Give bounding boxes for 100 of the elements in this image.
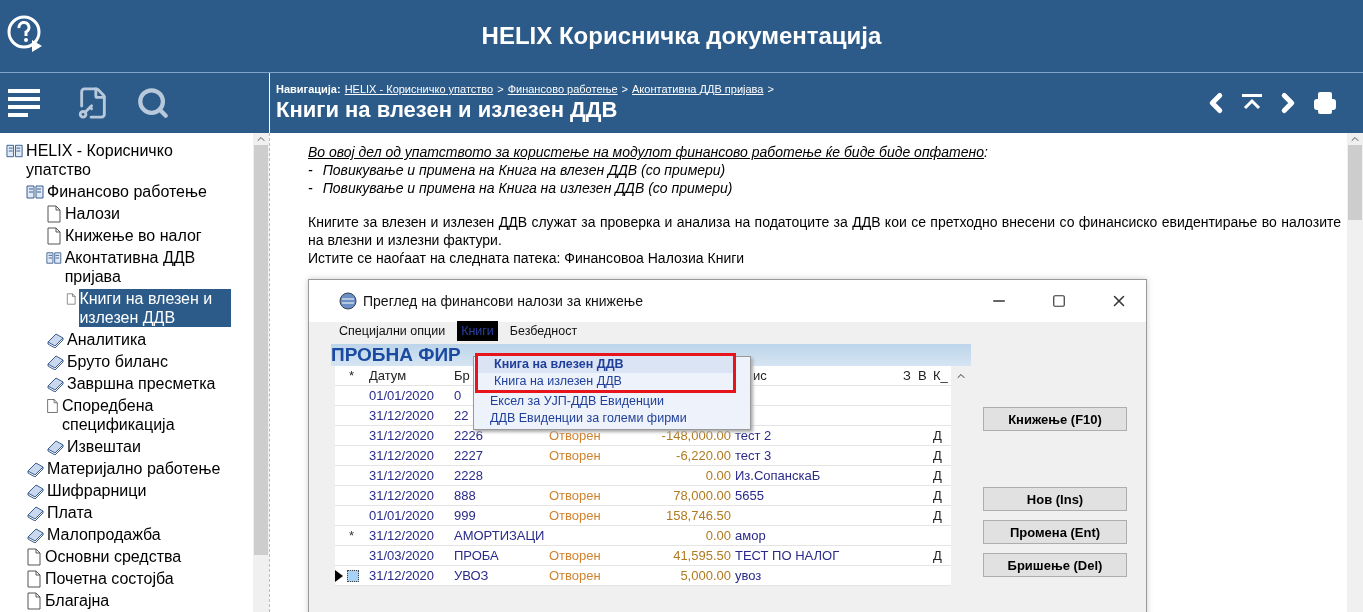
table-cell-text: 5655 <box>734 486 765 505</box>
table-cell-text: Д <box>932 486 943 505</box>
tree-item[interactable]: Благајна <box>45 591 110 610</box>
book-icon <box>46 376 64 392</box>
tree-item[interactable]: Книжење во налог <box>65 226 202 245</box>
print-icon[interactable] <box>1313 91 1337 115</box>
menu-icon[interactable] <box>8 89 40 117</box>
table-cell-text: 0.00 <box>704 526 732 545</box>
column-header[interactable]: Бр <box>452 366 470 385</box>
scrollbar-thumb[interactable] <box>254 145 268 555</box>
table-cell-text: АМОРТИЗАЦИ <box>453 526 546 545</box>
tree-item[interactable]: Завршна пресметка <box>67 374 216 393</box>
breadcrumb-link[interactable]: Финансово работење <box>507 83 618 95</box>
table-cell-text: Д <box>932 546 943 565</box>
table-cell-text: * <box>348 526 356 545</box>
menu-item[interactable]: Специјални опции <box>335 321 450 341</box>
table-cell-text: -6,220.00 <box>675 446 732 465</box>
book-icon <box>46 332 64 348</box>
column-header[interactable]: В <box>916 366 927 385</box>
tree-item[interactable]: Аконтативна ДДВ пријава <box>64 248 231 286</box>
app-button[interactable]: Нов (Ins) <box>983 487 1127 511</box>
page-scrollbar[interactable] <box>1347 133 1363 612</box>
page-icon <box>26 570 42 588</box>
table-cell-text: 31/12/2020 <box>368 446 436 465</box>
table-row[interactable]: 31/12/2020 888 Отворен 78,000.00 5655 Д <box>335 486 951 506</box>
header-title: HELIX Корисничка документација <box>481 22 882 50</box>
table-cell-text: тест 2 <box>734 426 773 445</box>
table-cell-text: 01/01/2020 <box>368 506 436 525</box>
tree-item[interactable]: Налози <box>65 204 120 223</box>
sidebar-scrollbar[interactable] <box>253 133 269 612</box>
tree-item[interactable]: Малопродажба <box>47 525 161 544</box>
table-cell-text: 31/12/2020 <box>368 406 436 425</box>
app-button[interactable]: Промена (Ent) <box>983 520 1127 544</box>
table-cell-text: 41,595.50 <box>672 546 732 565</box>
table-cell-text: Д <box>932 506 943 525</box>
table-cell-text: 888 <box>453 486 477 505</box>
tree-item[interactable]: Финансово работење <box>47 182 207 201</box>
table-cell-text: Отворен <box>548 426 602 445</box>
row-selector[interactable] <box>347 569 359 582</box>
breadcrumb-separator: > <box>767 83 774 95</box>
table-row[interactable]: 31/03/2020 ПРОБА Отворен 41,595.50 ТЕСТ ПО НАЛОГ Д <box>335 546 951 566</box>
table-cell-text: Д <box>932 466 943 485</box>
column-header[interactable]: Датум <box>367 366 407 385</box>
table-cell-text: Отворен <box>548 546 602 565</box>
dropdown-item[interactable]: Ексел за УЈП-ДДВ Евиденции <box>474 393 750 410</box>
tree-item[interactable]: Основни средства <box>45 547 182 566</box>
column-header[interactable]: * <box>347 366 355 385</box>
breadcrumb-link[interactable]: HELIX - Корисничко упатство <box>344 83 494 95</box>
tree-item[interactable]: HELIX - Корисничко упатство <box>26 141 231 179</box>
dropdown-item[interactable]: Книга на излезен ДДВ <box>478 373 733 390</box>
open-book-icon <box>6 143 24 159</box>
scrollbar-thumb[interactable] <box>1348 145 1362 220</box>
tree-item[interactable]: Книги на влезен и излезен ДДВ <box>79 289 231 327</box>
table-cell-text: 31/12/2020 <box>368 486 436 505</box>
app-button[interactable]: Бришење (Del) <box>983 553 1127 577</box>
table-cell-text: Отворен <box>548 486 602 505</box>
book-icon <box>26 527 44 543</box>
dropdown-item[interactable]: ДДВ Евиденции за големи фирми <box>474 410 750 427</box>
table-cell-text: 31/12/2020 <box>368 426 436 445</box>
tree-item[interactable]: Извештаи <box>67 437 141 456</box>
breadcrumb-separator: > <box>621 83 628 95</box>
table-cell-text: Отворен <box>548 566 602 585</box>
tree-item[interactable]: Бруто биланс <box>67 352 168 371</box>
dropdown-item[interactable]: Книга на влезен ДДВ <box>478 356 733 373</box>
tree-item[interactable]: Аналитика <box>67 330 147 349</box>
table-cell-text: ПРОБА <box>453 546 500 565</box>
tree-item[interactable]: Плата <box>47 503 93 522</box>
breadcrumb-link[interactable]: Аконтативна ДДВ пријава <box>632 83 764 95</box>
book-icon <box>26 505 44 521</box>
book-icon <box>26 483 44 499</box>
table-cell-text: 31/12/2020 <box>368 526 436 545</box>
window-title: Преглед на финансови налози за книжење <box>363 292 644 310</box>
tree-item[interactable]: Споредбена спецификација <box>61 396 231 434</box>
tree-item[interactable]: Шифрарници <box>47 481 147 500</box>
page-title: Книги на влезен и излезен ДДВ <box>276 97 619 123</box>
app-button[interactable]: Книжење (F10) <box>983 407 1127 431</box>
intro-text: Во овој дел од упатството за користење на модулот финансово работење ќе биде биде опфатено: <box>308 143 989 161</box>
table-row[interactable]: * 31/12/2020 АМОРТИЗАЦИ 0.00 амор <box>335 526 951 546</box>
table-row[interactable]: 31/12/2020 УВОЗ Отворен 5,000.00 увоз <box>335 566 951 586</box>
table-cell-text: 01/01/2020 <box>368 386 436 405</box>
table-cell-text: 78,000.00 <box>672 486 732 505</box>
tree-item[interactable]: Почетна состојба <box>45 569 174 588</box>
column-header[interactable]: З <box>901 366 911 385</box>
bullet-item: - Повикување и примена на Книга на излезен ДДВ (со примери) <box>308 179 734 197</box>
table-cell-text: 31/12/2020 <box>368 566 436 585</box>
table-row[interactable]: 01/01/2020 999 Отворен 158,746.50 Д <box>335 506 951 526</box>
maximize-icon[interactable] <box>1052 294 1066 308</box>
table-cell-text: 0 <box>453 386 463 405</box>
tree-item[interactable]: Материјално работење <box>47 459 221 478</box>
book-icon <box>46 439 64 455</box>
column-header[interactable]: К_ <box>931 366 948 385</box>
search-icon[interactable] <box>136 86 170 120</box>
page-icon <box>26 548 42 566</box>
table-row[interactable]: 31/12/2020 2227 Отворен -6,220.00 тест 3 Д <box>335 446 951 466</box>
table-cell-text: тест 3 <box>734 446 773 465</box>
menu-item[interactable]: Безбедност <box>505 321 582 341</box>
page-icon <box>46 227 62 245</box>
table-cell-text: увоз <box>734 566 763 585</box>
table-cell-text: Из.СопанскаБ <box>734 466 822 485</box>
table-row[interactable]: 31/12/2020 2228 0.00 Из.СопанскаБ Д <box>335 466 951 486</box>
